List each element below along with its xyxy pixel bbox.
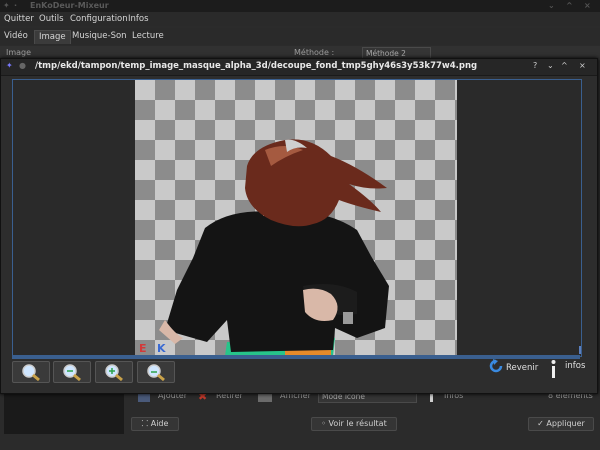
dialog-app-icon[interactable]: ✦ <box>6 61 13 70</box>
zoom-reset-icon <box>147 364 165 382</box>
zoom-reset-button[interactable] <box>137 361 175 383</box>
zoom-fit-icon <box>105 364 123 382</box>
voir-resultat-button[interactable]: ◦ Voir le résultat <box>311 417 397 431</box>
aide-label: Aide <box>150 419 169 428</box>
aide-button[interactable]: ⸬ Aide <box>131 417 179 431</box>
subheader-label: Image <box>6 48 32 57</box>
appliquer-label: Appliquer <box>546 419 585 428</box>
minimize-dialog-icon[interactable]: ⌄ <box>547 61 554 70</box>
image-view-area[interactable]: E K <box>12 79 582 357</box>
help-title-icon[interactable]: ? <box>533 61 537 70</box>
image-viewer-dialog: ✦ ● /tmp/ekd/tampon/temp_image_masque_al… <box>0 58 598 394</box>
maximize-icon[interactable]: ^ <box>566 1 573 10</box>
menu-quitter[interactable]: Quitter <box>4 14 34 24</box>
vertical-scrollbar[interactable] <box>579 346 581 354</box>
tab-lecture[interactable]: Lecture <box>128 30 168 43</box>
revenir-icon[interactable] <box>489 359 503 373</box>
tab-musique-son[interactable]: Musique-Son <box>68 30 131 43</box>
dialog-titlebar: ✦ ● /tmp/ekd/tampon/temp_image_masque_al… <box>1 59 597 76</box>
main-titlebar: ✦ · EnKoDeur-Mixeur ⌄ ^ × <box>0 0 600 12</box>
close-dialog-icon[interactable]: × <box>579 61 586 70</box>
menu-infos[interactable]: Infos <box>128 14 149 24</box>
window-menu-icon[interactable]: · <box>14 1 17 10</box>
watermark-e: E <box>139 342 147 355</box>
voir-label: Voir le résultat <box>328 419 387 428</box>
close-icon[interactable]: × <box>584 1 591 10</box>
zoom-fit-button[interactable] <box>95 361 133 383</box>
infos-icon[interactable] <box>551 360 556 378</box>
methode-label: Méthode : <box>294 48 335 57</box>
appliquer-button[interactable]: ✓ Appliquer <box>528 417 594 431</box>
tabbar: Vidéo Image Musique-Son Lecture <box>0 28 600 45</box>
zoom-out-button[interactable] <box>53 361 91 383</box>
dialog-title: /tmp/ekd/tampon/temp_image_masque_alpha_… <box>35 61 478 71</box>
watermark-k: K <box>157 342 166 355</box>
menu-configuration[interactable]: Configuration <box>70 14 128 24</box>
zoom-in-button[interactable] <box>12 361 50 383</box>
maximize-dialog-icon[interactable]: ^ <box>561 61 568 70</box>
revenir-button[interactable]: Revenir <box>506 363 538 373</box>
person-cutout <box>159 139 389 356</box>
eye-icon: ◦ <box>321 419 329 428</box>
main-window-title: EnKoDeur-Mixeur <box>30 1 109 10</box>
app-icon[interactable]: ✦ <box>3 1 10 10</box>
transparent-image: E K <box>135 80 457 356</box>
zoom-out-icon <box>63 364 81 382</box>
zoom-in-icon <box>22 364 40 382</box>
menu-outils[interactable]: Outils <box>39 14 64 24</box>
dialog-menu-icon[interactable]: ● <box>19 61 26 70</box>
menubar: Quitter Outils Configuration Infos <box>0 12 600 26</box>
minimize-icon[interactable]: ⌄ <box>548 1 555 10</box>
tab-video[interactable]: Vidéo <box>0 30 32 43</box>
infos-dialog-button[interactable]: infos <box>565 361 585 371</box>
tab-image[interactable]: Image <box>34 30 71 44</box>
help-icon: ⸬ <box>141 419 151 428</box>
